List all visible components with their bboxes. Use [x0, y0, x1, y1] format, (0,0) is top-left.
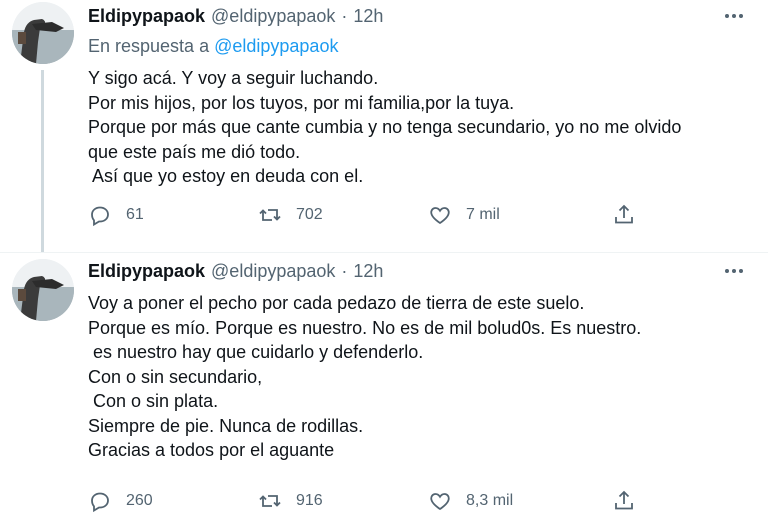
retweet-count: 702 [296, 206, 323, 223]
user-handle[interactable]: @eldipypapaok [211, 261, 335, 282]
timestamp[interactable]: 12h [353, 6, 383, 27]
separator-dot: · [341, 260, 348, 281]
timestamp[interactable]: 12h [353, 261, 383, 282]
heart-icon [428, 203, 452, 227]
tweet-text: Y sigo acá. Y voy a seguir luchando. Por… [88, 68, 682, 186]
more-icon[interactable] [720, 261, 748, 281]
retweet-button[interactable]: 702 [258, 200, 323, 230]
thread-line [41, 70, 44, 252]
reply-count: 61 [126, 206, 144, 223]
tweet-content: Eldipypapaok @eldipypapaok · 12h En resp… [88, 4, 748, 227]
heart-icon [428, 489, 452, 513]
tweet-actions: 61 702 7 mil [88, 200, 648, 230]
tweet-header: Eldipypapaok @eldipypapaok · 12h [88, 259, 748, 283]
reply-prefix: En respuesta a [88, 36, 210, 56]
display-name[interactable]: Eldipypapaok [88, 261, 205, 282]
user-handle[interactable]: @eldipypapaok [211, 6, 335, 27]
retweet-count: 916 [296, 492, 323, 509]
reply-icon [88, 489, 112, 513]
tweet-content: Eldipypapaok @eldipypapaok · 12h Voy a p… [88, 259, 748, 513]
avatar[interactable] [12, 259, 74, 321]
retweet-icon [258, 203, 282, 227]
more-icon[interactable] [720, 6, 748, 26]
reply-mention-link[interactable]: @eldipypapaok [214, 36, 338, 56]
share-icon [612, 489, 636, 513]
reply-icon [88, 203, 112, 227]
share-button[interactable] [612, 200, 636, 230]
like-count: 8,3 mil [466, 492, 514, 509]
share-icon [612, 203, 636, 227]
like-button[interactable]: 7 mil [428, 200, 500, 230]
reply-context: En respuesta a @eldipypapaok [88, 36, 748, 58]
avatar[interactable] [12, 2, 74, 64]
separator-dot: · [341, 5, 348, 26]
display-name[interactable]: Eldipypapaok [88, 6, 205, 27]
tweet[interactable]: Eldipypapaok @eldipypapaok · 12h Voy a p… [0, 252, 768, 513]
retweet-icon [258, 489, 282, 513]
tweet-text: Voy a poner el pecho por cada pedazo de … [88, 293, 642, 460]
like-count: 7 mil [466, 206, 500, 223]
reply-button[interactable]: 61 [88, 200, 144, 230]
tweet[interactable]: Eldipypapaok @eldipypapaok · 12h En resp… [0, 0, 768, 252]
tweet-header: Eldipypapaok @eldipypapaok · 12h [88, 4, 748, 28]
reply-count: 260 [126, 492, 153, 509]
